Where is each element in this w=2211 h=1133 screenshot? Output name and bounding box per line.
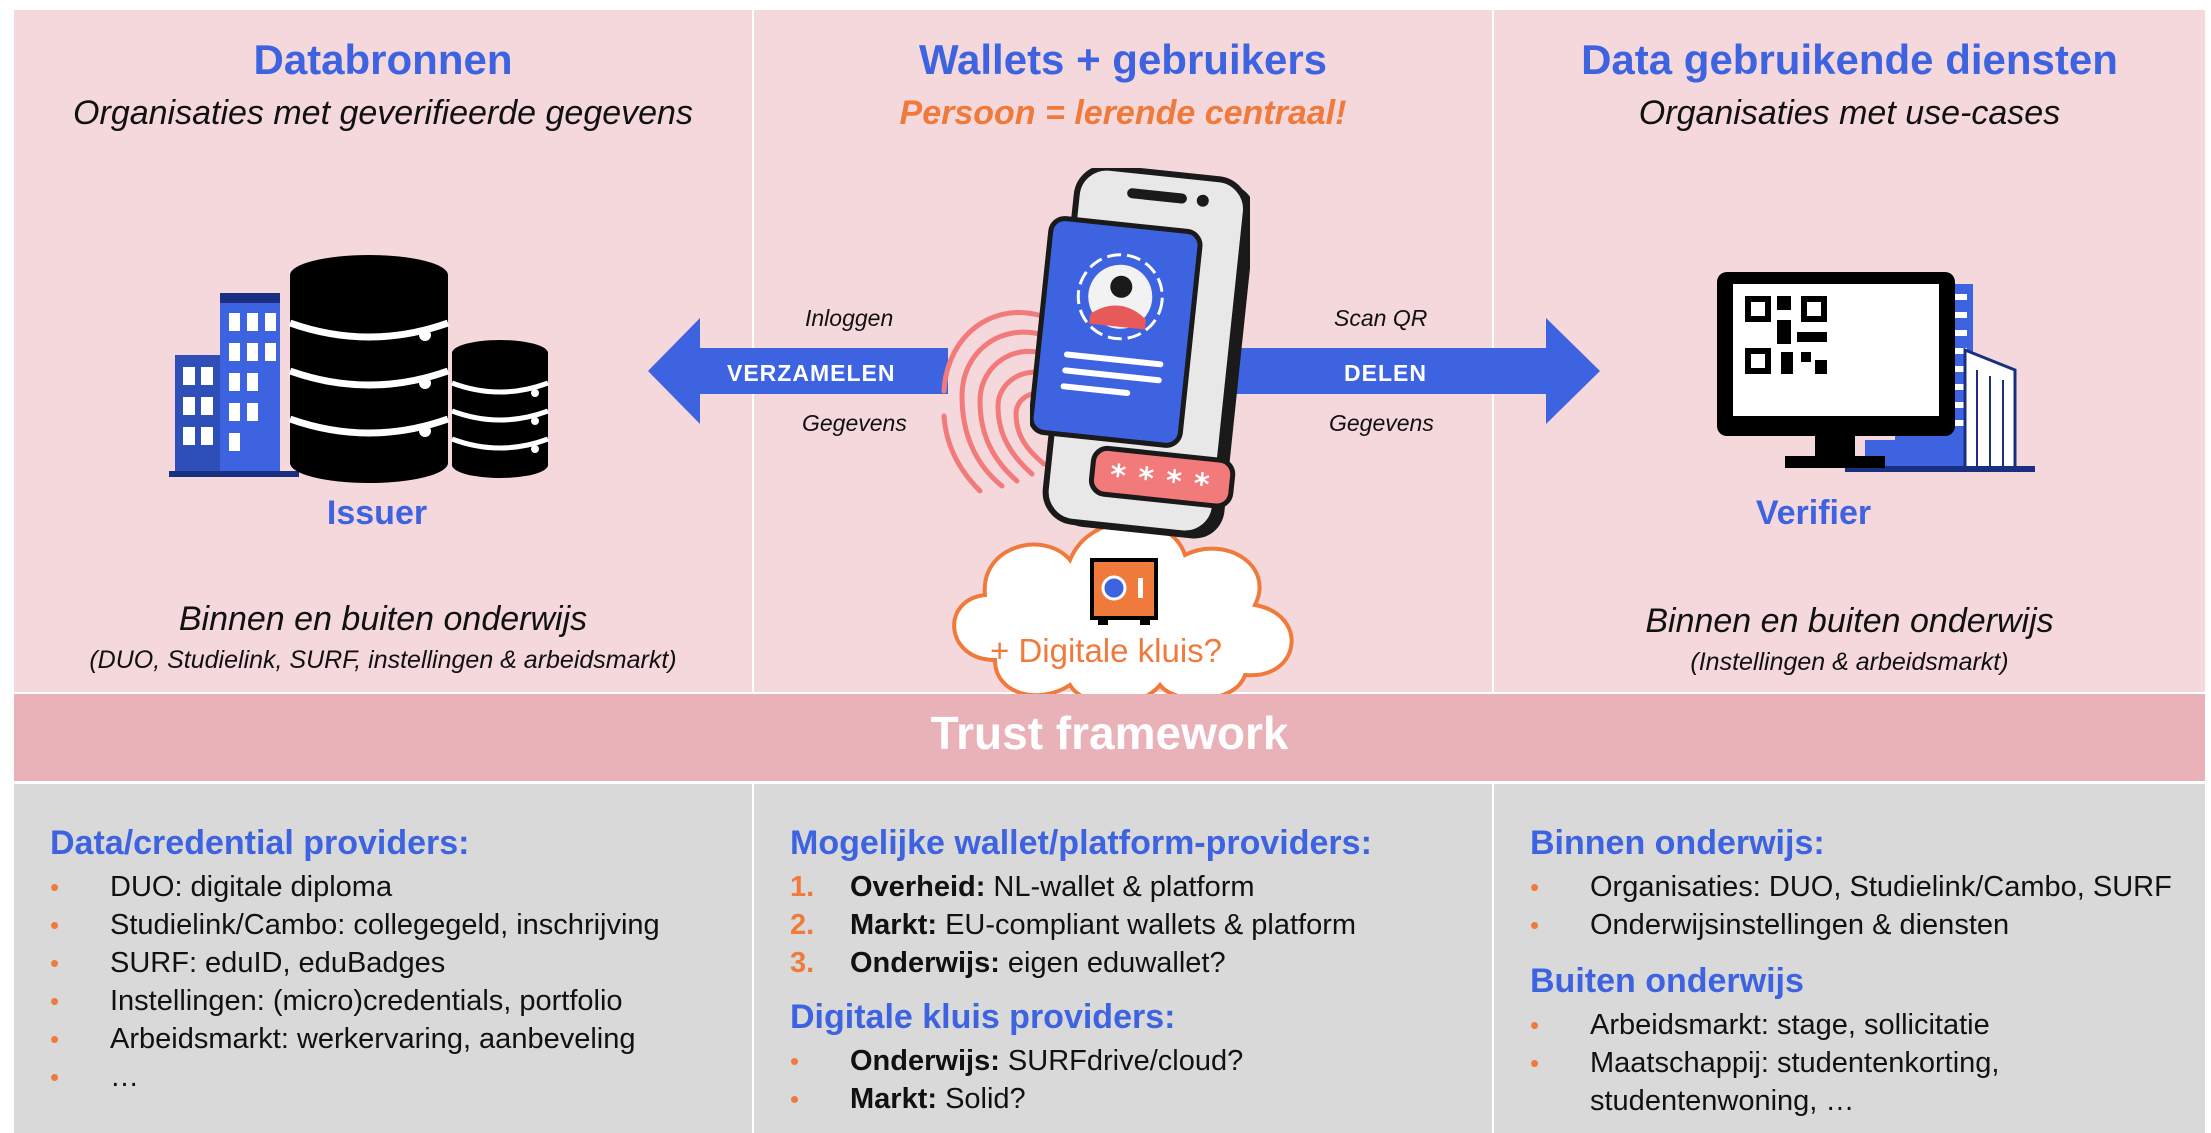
wallet-providers-panel: Mogelijke wallet/platform-providers: 1. O… [754,784,1492,1133]
list-item: • SURF: eduID, eduBadges [50,944,660,982]
issuer-role: Issuer [326,494,428,532]
verifier-role: Verifier [1755,494,1872,532]
bullet-icon: • [50,872,60,902]
list-item: • DUO: digitale diploma [50,868,660,906]
database-icon [288,255,450,483]
inside-education-list: • Organisaties: DUO, Studielink/Cambo, SU… [1530,868,2172,944]
bullet-icon: • [1530,910,1540,940]
bullet-icon: • [790,1084,800,1114]
verifier-providers-panel: Binnen onderwijs: • Organisaties: DUO, St… [1494,784,2205,1133]
vault-label: + Digitale kluis? [990,632,1223,669]
issuer-title: Databronnen [253,36,513,83]
database-icon [451,340,549,478]
issuer-scope: Binnen en buiten onderwijs [178,600,588,638]
safe-icon [1090,558,1158,625]
providers-heading: Data/credential providers: [50,824,470,862]
list-item: • Instellingen: (micro)credentials, portf… [50,982,660,1020]
bullet-icon: • [50,1024,60,1054]
bullet-icon: • [1530,1048,1540,1078]
wallet-subtitle: Persoon = lerende centraal! [899,94,1347,132]
list-item: • Onderwijs: SURFdrive/cloud? [790,1042,1243,1080]
bullet-icon: • [1530,1010,1540,1040]
list-item: • Onderwijsinstellingen & diensten [1530,906,2172,944]
wallet-title: Wallets + gebruikers [918,36,1328,83]
arrow-right-word: DELEN [1344,360,1427,386]
list-item: • Markt: Solid? [790,1080,1243,1118]
arrow-right-bottom-label: Gegevens [1329,410,1434,436]
bullet-icon: • [790,1046,800,1076]
smartphone-icon: * * * * [1030,168,1250,539]
vault-providers-heading: Digitale kluis providers: [790,998,1176,1036]
list-item: 2. Markt: EU-compliant wallets & platform [790,909,1357,941]
list-item: •… [50,1058,660,1096]
trust-framework-band: Trust framework [14,694,2205,781]
arrow-left-word: VERZAMELEN [727,360,896,386]
bullet-icon: • [50,948,60,978]
issuer-scope-detail: (DUO, Studielink, SURF, instellingen & a… [89,646,677,674]
bullet-icon: • [50,1062,60,1092]
arrow-right-top-label: Scan QR [1334,305,1428,331]
verifier-scope-detail: (Instellingen & arbeidsmarkt) [1690,648,2009,676]
bullet-icon: • [50,910,60,940]
bullet-icon: • [1530,872,1540,902]
list-item: • Arbeidsmarkt: stage, sollicitatie [1530,1006,2060,1044]
arrow-left-bottom-label: Gegevens [802,410,907,436]
list-item: • Arbeidsmarkt: werkervaring, aanbeveling [50,1020,660,1058]
bullet-icon: • [50,986,60,1016]
issuer-subtitle: Organisaties met geverifieerde gegevens [73,94,693,132]
verifier-title: Data gebruikende diensten [1581,36,2118,83]
building-icon [169,293,299,477]
trust-framework-title: Trust framework [930,707,1289,759]
verifier-illustration [1717,272,2035,472]
inside-education-heading: Binnen onderwijs: [1530,824,1825,862]
issuer-illustration [169,255,549,483]
list-item: • Maatschappij: studentenkorting, student… [1530,1044,2060,1120]
outside-education-heading: Buiten onderwijs [1530,962,1804,1000]
providers-panel: Data/credential providers: • DUO: digital… [14,784,752,1133]
wallet-providers-heading: Mogelijke wallet/platform-providers: [790,824,1372,862]
list-item: • Organisaties: DUO, Studielink/Cambo, SU… [1530,868,2172,906]
list-item: 3. Onderwijs: eigen eduwallet? [790,947,1226,979]
vault-providers-list: • Onderwijs: SURFdrive/cloud? • Markt: Sol… [790,1042,1243,1118]
list-item: • Studielink/Cambo: collegegeld, inschrij… [50,906,660,944]
verifier-subtitle: Organisaties met use-cases [1638,94,2061,132]
providers-list: • DUO: digitale diploma • Studielink/Cambo… [50,868,660,1096]
list-item: 1. Overheid: NL-wallet & platform [790,871,1255,903]
wallet-providers-list: 1. Overheid: NL-wallet & platform 2. Markt… [790,868,1356,982]
arrow-left-top-label: Inloggen [805,305,894,331]
outside-education-list: • Arbeidsmarkt: stage, sollicitatie • Maat… [1530,1006,2060,1120]
verifier-scope: Binnen en buiten onderwijs [1645,602,2054,640]
